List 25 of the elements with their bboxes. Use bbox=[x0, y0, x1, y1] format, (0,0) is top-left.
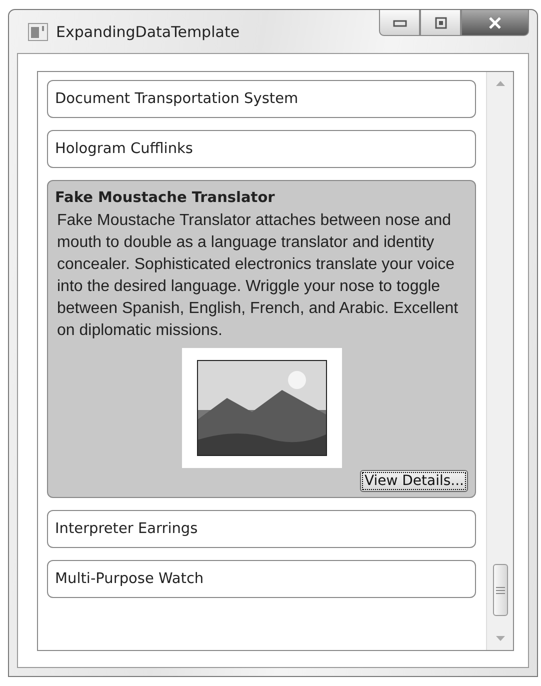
window-icon bbox=[28, 22, 48, 40]
scroll-thumb[interactable] bbox=[492, 564, 508, 616]
scroll-up-icon bbox=[496, 81, 504, 86]
minimize-icon bbox=[392, 18, 406, 26]
list-item[interactable]: Document Transportation System bbox=[47, 80, 476, 118]
scroll-down-icon bbox=[496, 636, 504, 641]
view-details-button[interactable]: View Details... bbox=[360, 470, 468, 492]
item-title: Interpreter Earrings bbox=[55, 521, 198, 537]
minimize-button[interactable] bbox=[379, 10, 420, 36]
item-title: Fake Moustache Translator bbox=[55, 190, 276, 206]
item-title: Hologram Cufflinks bbox=[55, 141, 193, 157]
list-item[interactable]: Interpreter Earrings bbox=[47, 510, 476, 548]
list-item[interactable]: Multi-Purpose Watch bbox=[47, 560, 476, 598]
scrollbar[interactable] bbox=[486, 72, 513, 650]
list-item[interactable] bbox=[47, 180, 476, 498]
close-icon bbox=[488, 16, 502, 28]
list-item[interactable]: Hologram Cufflinks bbox=[47, 130, 476, 168]
maximize-icon bbox=[434, 16, 446, 28]
item-title: Multi-Purpose Watch bbox=[55, 571, 204, 587]
window-title: ExpandingDataTemplate bbox=[56, 22, 240, 40]
item-description: Fake Moustache Translator attaches between nose and mouth to double as a language translator and identity concealer. Sophisticated electronics translate your voice into the desired language. Wriggle your nose to toggle between Spanish, English, French, and Arabic. Excellent on diplomatic missions. bbox=[56, 211, 460, 341]
item-title: Document Transportation System bbox=[55, 91, 298, 107]
close-button[interactable] bbox=[461, 10, 529, 36]
grip-icon bbox=[496, 586, 504, 594]
maximize-button[interactable] bbox=[420, 10, 461, 36]
